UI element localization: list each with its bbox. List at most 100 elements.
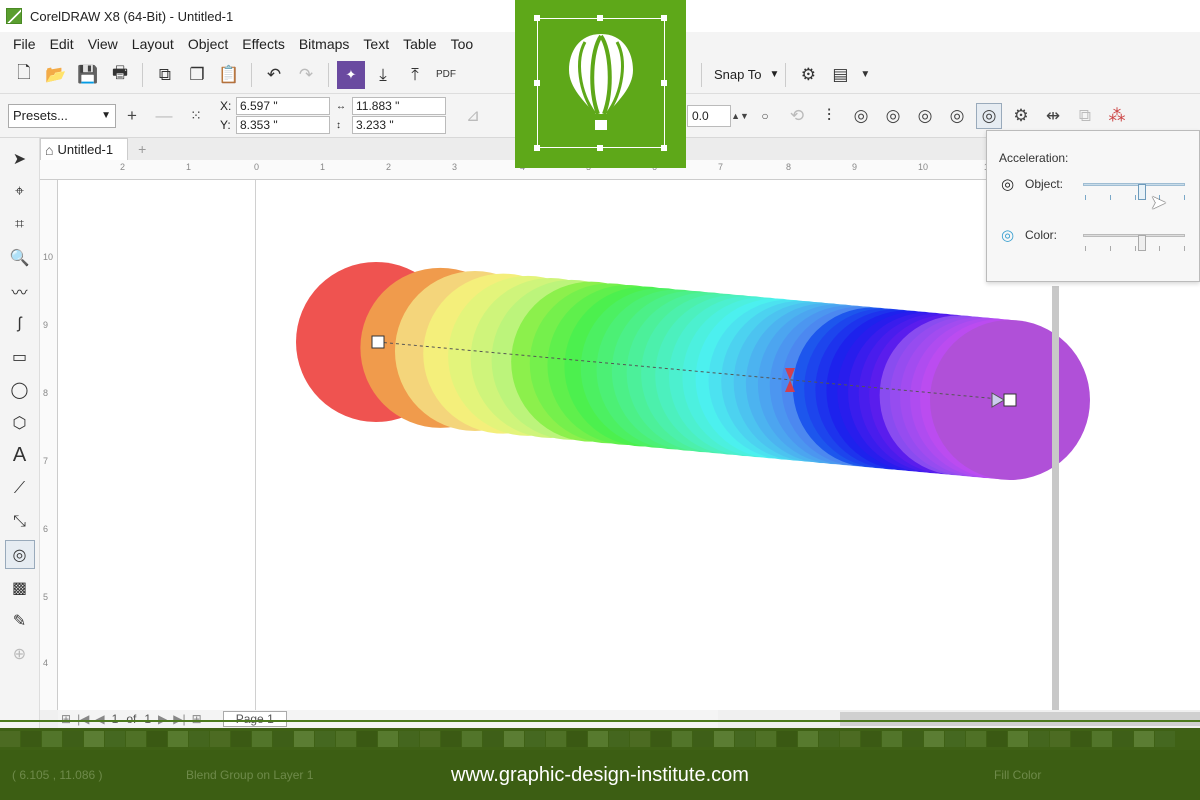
polygon-tool-icon[interactable]: ⬡ [5, 408, 35, 437]
palette-swatch[interactable] [567, 731, 587, 747]
home-icon[interactable]: ⌂ [45, 142, 53, 158]
palette-swatch[interactable] [168, 731, 188, 747]
menu-view[interactable]: View [81, 36, 125, 52]
palette-swatch[interactable] [252, 731, 272, 747]
open-folder-icon[interactable]: 📂 [42, 61, 70, 89]
copy-icon[interactable]: ❐ [183, 61, 211, 89]
start-end-icon[interactable]: ⇹ [1040, 103, 1066, 129]
cut-icon[interactable]: ⧉ [151, 61, 179, 89]
palette-swatch[interactable] [861, 731, 881, 747]
clockwise-blend-icon[interactable]: ◎ [880, 103, 906, 129]
transparency-tool-icon[interactable]: ▩ [5, 573, 35, 602]
reference-point-icon[interactable]: ⁙ [183, 103, 209, 129]
palette-swatch[interactable] [147, 731, 167, 747]
page-settings-icon[interactable]: ⊞ [61, 712, 71, 726]
artistic-media-icon[interactable]: ʃ [5, 309, 35, 338]
menu-object[interactable]: Object [181, 36, 235, 52]
palette-swatch[interactable] [1008, 731, 1028, 747]
palette-swatch[interactable] [1050, 731, 1070, 747]
last-page-icon[interactable]: ▶| [173, 712, 185, 726]
paste-icon[interactable]: 📋 [215, 61, 243, 89]
palette-swatch[interactable] [399, 731, 419, 747]
palette-swatch[interactable] [798, 731, 818, 747]
blend-direction-input[interactable]: 0.0 [687, 104, 731, 127]
palette-swatch[interactable] [357, 731, 377, 747]
add-tool-icon[interactable]: ⊕ [5, 639, 35, 668]
object-color-accel-icon[interactable]: ◎ [944, 103, 970, 129]
first-page-icon[interactable]: |◀ [77, 712, 89, 726]
palette-swatch[interactable] [546, 731, 566, 747]
undo-icon[interactable]: ↶ [260, 61, 288, 89]
add-preset-icon[interactable]: + [119, 103, 145, 129]
copy-blend-icon[interactable]: ⧉ [1072, 103, 1098, 129]
palette-swatch[interactable] [525, 731, 545, 747]
blend-start-handle[interactable] [371, 335, 385, 349]
palette-swatch[interactable] [273, 731, 293, 747]
palette-swatch[interactable] [672, 731, 692, 747]
launch-icon[interactable]: ▤ [826, 61, 854, 89]
palette-swatch[interactable] [630, 731, 650, 747]
menu-table[interactable]: Table [396, 36, 443, 52]
loop-blend-icon[interactable]: ○ [752, 103, 778, 129]
y-position-input[interactable]: 8.353 " [236, 116, 330, 134]
palette-swatch[interactable] [483, 731, 503, 747]
import-icon[interactable]: ⤓ [369, 61, 397, 89]
palette-swatch[interactable] [903, 731, 923, 747]
menu-file[interactable]: File [6, 36, 43, 52]
palette-swatch[interactable] [777, 731, 797, 747]
freehand-tool-icon[interactable]: 〰 [5, 276, 35, 305]
palette-swatch[interactable] [189, 731, 209, 747]
palette-swatch[interactable] [315, 731, 335, 747]
palette-swatch[interactable] [882, 731, 902, 747]
palette-swatch[interactable] [84, 731, 104, 747]
palette-swatch[interactable] [1029, 731, 1049, 747]
palette-swatch[interactable] [1092, 731, 1112, 747]
redo-icon[interactable]: ↷ [292, 61, 320, 89]
add-page-icon[interactable]: ⊞ [192, 712, 202, 726]
menu-effects[interactable]: Effects [235, 36, 292, 52]
spinner-icon[interactable]: ▲▼ [731, 103, 749, 129]
blend-steps-icon[interactable]: ⊿ [460, 103, 486, 129]
horizontal-scrollbar[interactable] [840, 712, 1200, 726]
palette-swatch[interactable] [1071, 731, 1091, 747]
print-icon[interactable]: 🖶 [106, 61, 134, 89]
palette-swatch[interactable] [609, 731, 629, 747]
palette-swatch[interactable] [294, 731, 314, 747]
previous-page-icon[interactable]: ◀ [95, 712, 104, 726]
rectangle-tool-icon[interactable]: ▭ [5, 342, 35, 371]
object-acceleration-slider[interactable] [1083, 183, 1185, 200]
publish-pdf-button[interactable]: PDF [433, 61, 459, 89]
vertical-ruler[interactable]: 10 9 8 7 6 5 4 [40, 180, 58, 710]
palette-swatch[interactable] [945, 731, 965, 747]
palette-swatch[interactable] [210, 731, 230, 747]
color-palette[interactable] [0, 728, 1200, 750]
menu-edit[interactable]: Edit [43, 36, 81, 52]
connector-tool-icon[interactable]: ⤡ [5, 507, 35, 536]
new-document-icon[interactable]: 🗋 [10, 61, 38, 89]
palette-swatch[interactable] [693, 731, 713, 747]
palette-swatch[interactable] [735, 731, 755, 747]
more-blend-options-icon[interactable]: ⚙ [1008, 103, 1034, 129]
next-page-icon[interactable]: ▶ [158, 712, 167, 726]
width-input[interactable]: 11.883 " [352, 97, 446, 115]
color-acceleration-slider[interactable] [1083, 234, 1185, 251]
snap-to-dropdown[interactable]: Snap To ▼ [714, 67, 779, 82]
palette-swatch[interactable] [126, 731, 146, 747]
presets-dropdown[interactable]: Presets... ▼ [8, 103, 116, 128]
remove-preset-icon[interactable]: — [151, 103, 177, 129]
palette-swatch[interactable] [420, 731, 440, 747]
palette-swatch[interactable] [756, 731, 776, 747]
palette-swatch[interactable] [966, 731, 986, 747]
shape-tool-icon[interactable]: ⌖ [5, 177, 35, 206]
palette-swatch[interactable] [714, 731, 734, 747]
acceleration-icon[interactable]: ◎ [976, 102, 1002, 129]
palette-swatch[interactable] [63, 731, 83, 747]
path-properties-icon[interactable]: ⟲ [784, 103, 810, 129]
page-tab[interactable]: Page 1 [222, 711, 287, 727]
palette-swatch[interactable] [819, 731, 839, 747]
eyedropper-tool-icon[interactable]: ✎ [5, 606, 35, 635]
palette-swatch[interactable] [336, 731, 356, 747]
blend-object-icon[interactable]: ⫶ [816, 103, 842, 129]
clear-blend-icon[interactable]: ⁂ [1104, 103, 1130, 129]
palette-swatch[interactable] [105, 731, 125, 747]
